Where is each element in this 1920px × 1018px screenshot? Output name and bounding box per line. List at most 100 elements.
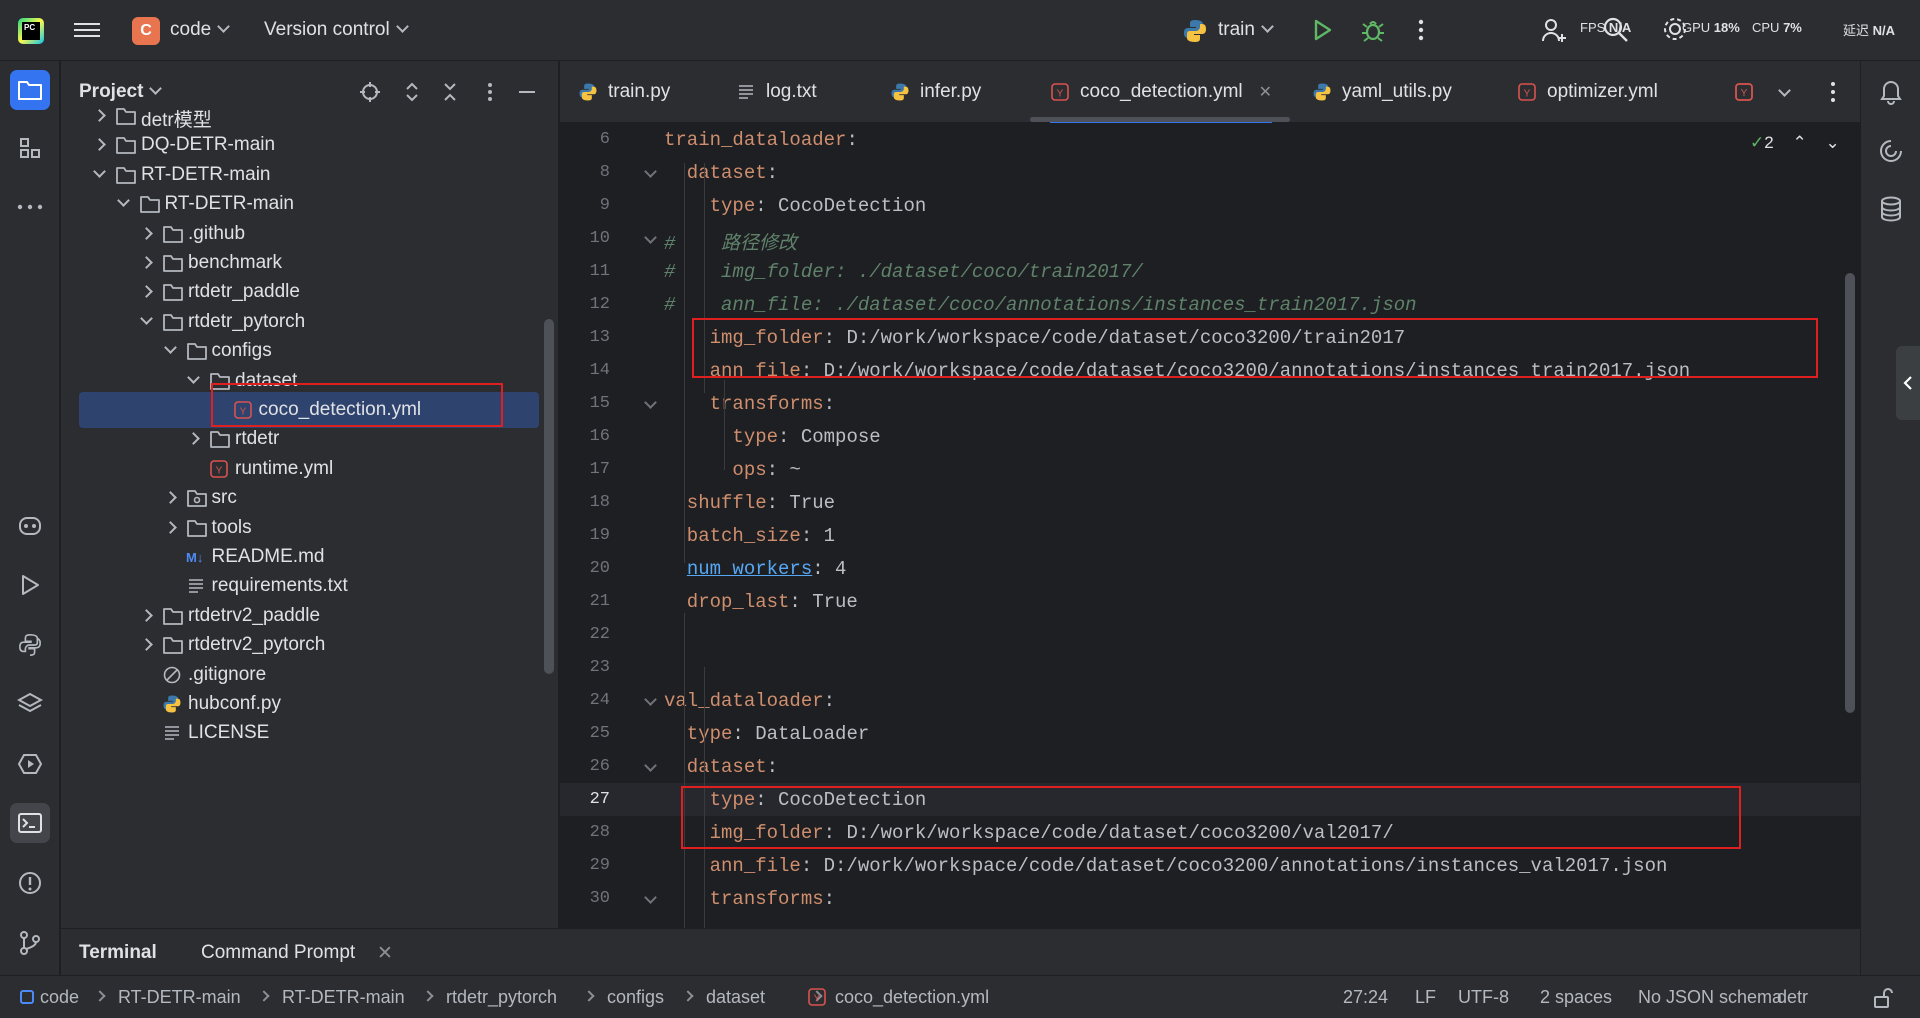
code-line[interactable]: 22 — [560, 618, 1860, 651]
code-line[interactable]: 8 dataset: — [560, 156, 1860, 189]
code-line[interactable]: 15 transforms: — [560, 387, 1860, 420]
code-line[interactable]: 9 type: CocoDetection — [560, 189, 1860, 222]
tree-file[interactable]: LICENSE — [61, 715, 558, 751]
indent-setting[interactable]: 2 spaces — [1540, 987, 1612, 1008]
editor-tab[interactable]: train.py — [578, 61, 670, 123]
chevron-right-icon[interactable] — [163, 491, 177, 505]
fold-icon[interactable] — [644, 396, 657, 409]
chevron-right-icon[interactable] — [140, 256, 153, 269]
breadcrumb-item[interactable]: configs — [607, 987, 664, 1008]
vcs-menu[interactable]: Version control — [264, 19, 409, 41]
chevron-right-icon[interactable] — [93, 138, 106, 152]
fold-icon[interactable] — [644, 759, 657, 772]
chevron-down-icon[interactable] — [187, 370, 200, 384]
problems-tool-button[interactable] — [10, 863, 50, 903]
prev-highlight-icon[interactable]: ⌃ — [1792, 133, 1806, 152]
main-menu-icon[interactable] — [74, 19, 100, 41]
project-selector[interactable]: code — [170, 19, 231, 41]
notifications-icon[interactable] — [1877, 77, 1905, 105]
breadcrumb-item[interactable]: RT-DETR-main — [282, 987, 405, 1008]
python-console-button[interactable] — [10, 625, 50, 665]
fold-icon[interactable] — [644, 891, 657, 904]
code-line[interactable]: 10 # 路径修改 — [560, 222, 1860, 255]
more-tools-button[interactable] — [10, 187, 50, 227]
chevron-right-icon[interactable] — [140, 608, 153, 622]
copilot-tool-button[interactable] — [10, 505, 50, 545]
unlock-icon[interactable] — [1872, 988, 1894, 1008]
fold-icon[interactable] — [644, 165, 657, 178]
run-config-selector[interactable]: train — [1218, 19, 1274, 41]
next-highlight-icon[interactable]: ⌄ — [1825, 133, 1839, 152]
fold-icon[interactable] — [644, 693, 657, 706]
code-line[interactable]: 26 dataset: — [560, 750, 1860, 783]
structure-tool-button[interactable] — [10, 128, 50, 168]
editor-tab[interactable]: Ycoco_detection.yml ✕ — [1050, 61, 1273, 123]
tab-scroll-thumb[interactable] — [1030, 117, 1290, 122]
project-badge[interactable]: C — [132, 17, 160, 45]
code-line[interactable]: 24 val_dataloader: — [560, 684, 1860, 717]
tab-list-icon[interactable] — [1778, 61, 1791, 123]
code-line[interactable]: 25 type: DataLoader — [560, 717, 1860, 750]
code-line[interactable]: 23 — [560, 651, 1860, 684]
chevron-down-icon[interactable] — [93, 164, 106, 178]
code-line[interactable]: 17 ops: ~ — [560, 453, 1860, 486]
caret-position[interactable]: 27:24 — [1343, 987, 1388, 1008]
code-line[interactable]: 18 shuffle: True — [560, 486, 1860, 519]
code-line[interactable]: 11 # img_folder: ./dataset/coco/train2017… — [560, 255, 1860, 288]
run-tool-button[interactable] — [10, 565, 50, 605]
close-tab-icon[interactable]: ✕ — [1259, 82, 1272, 102]
more-actions-icon[interactable] — [1418, 18, 1424, 47]
json-schema[interactable]: No JSON schema — [1638, 987, 1782, 1008]
search-icon[interactable] — [1600, 14, 1630, 49]
code-line[interactable]: 16 type: Compose — [560, 420, 1860, 453]
collapse-side-tab[interactable] — [1896, 346, 1920, 420]
file-encoding[interactable]: UTF-8 — [1458, 987, 1509, 1008]
chevron-down-icon[interactable] — [163, 341, 177, 355]
breadcrumb-item[interactable]: coco_detection.yml — [835, 987, 989, 1008]
services-tool-button[interactable] — [10, 744, 50, 784]
debug-icon[interactable] — [1360, 17, 1386, 48]
chevron-down-icon[interactable] — [116, 194, 130, 208]
database-icon[interactable] — [1878, 195, 1904, 223]
code-editor[interactable]: 6 train_dataloader: 8 dataset: 9 type: Coco… — [560, 123, 1860, 928]
run-icon[interactable] — [1310, 18, 1334, 47]
tab-options-icon[interactable] — [1830, 61, 1836, 123]
more-tabs-icon[interactable]: Y — [1732, 61, 1756, 123]
project-scrollbar[interactable] — [544, 319, 554, 674]
chevron-right-icon[interactable] — [140, 285, 153, 299]
tab-command-prompt[interactable]: Command Prompt — [201, 942, 355, 964]
chevron-right-icon[interactable] — [140, 226, 153, 240]
editor-tab[interactable]: log.txt — [736, 61, 817, 123]
chevron-down-icon[interactable] — [140, 311, 153, 325]
chevron-right-icon[interactable] — [93, 109, 106, 122]
inspection-widget[interactable]: ✓2 ⌃ ⌄ — [1750, 133, 1840, 153]
add-user-icon[interactable] — [1540, 16, 1568, 49]
ai-assistant-icon[interactable] — [1877, 137, 1905, 165]
editor-tab[interactable]: Yoptimizer.yml — [1517, 61, 1658, 123]
line-separator[interactable]: LF — [1415, 987, 1436, 1008]
code-line[interactable]: 6 train_dataloader: — [560, 123, 1860, 156]
chevron-right-icon[interactable] — [140, 638, 153, 652]
chevron-right-icon[interactable] — [187, 432, 200, 446]
terminal-tool-button[interactable] — [10, 803, 50, 843]
chevron-right-icon[interactable] — [163, 520, 177, 534]
git-tool-button[interactable] — [10, 923, 50, 963]
editor-tab[interactable]: infer.py — [890, 61, 981, 123]
breadcrumb-item[interactable]: rtdetr_pytorch — [446, 987, 557, 1008]
code-line[interactable]: 29 ann_file: D:/work/workspace/code/data… — [560, 849, 1860, 882]
fold-icon[interactable] — [644, 231, 657, 244]
code-line[interactable]: 20 num_workers: 4 — [560, 552, 1860, 585]
code-line[interactable]: 30 transforms: — [560, 882, 1860, 915]
code-line[interactable]: 21 drop_last: True — [560, 585, 1860, 618]
breadcrumb-item[interactable]: code — [40, 987, 79, 1008]
breadcrumb-item[interactable]: RT-DETR-main — [118, 987, 241, 1008]
close-tab-icon[interactable]: ✕ — [377, 942, 393, 965]
tab-terminal[interactable]: Terminal — [79, 942, 157, 964]
breadcrumb-item[interactable]: dataset — [706, 987, 765, 1008]
editor-scrollbar[interactable] — [1845, 273, 1855, 713]
code-line[interactable]: 19 batch_size: 1 — [560, 519, 1860, 552]
editor-tab[interactable]: yaml_utils.py — [1312, 61, 1452, 123]
layers-tool-button[interactable] — [10, 684, 50, 724]
code-line[interactable]: 12 # ann_file: ./dataset/coco/annotations… — [560, 288, 1860, 321]
python-interpreter[interactable]: detr — [1777, 987, 1808, 1008]
